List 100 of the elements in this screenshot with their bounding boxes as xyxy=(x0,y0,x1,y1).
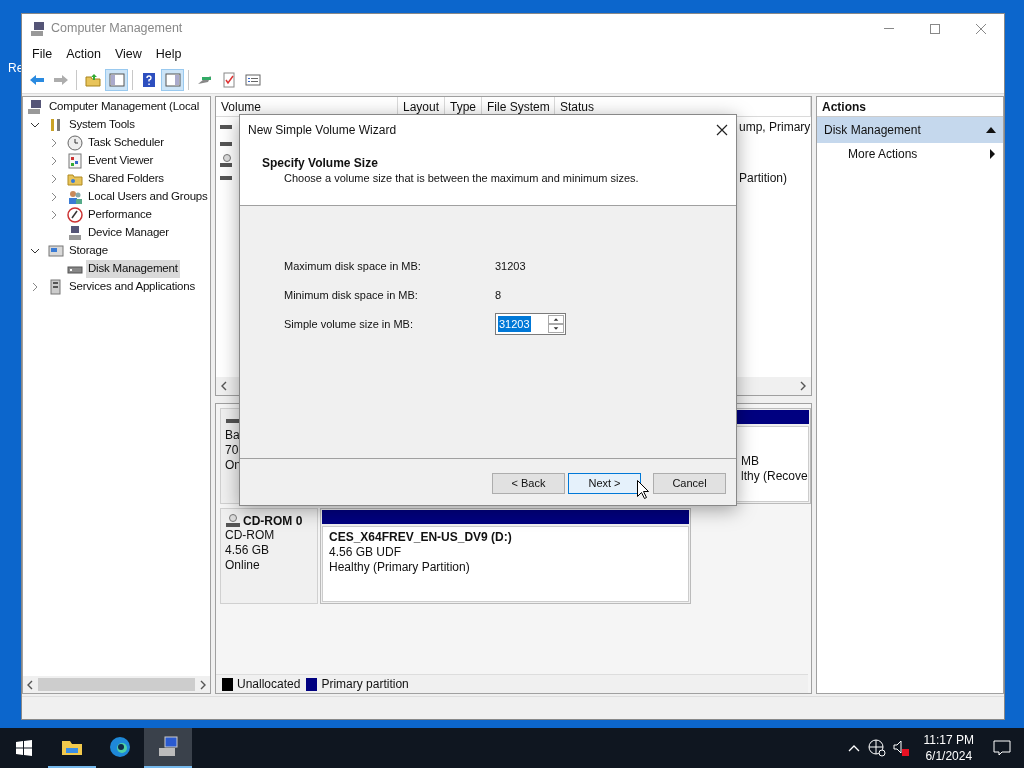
computer-icon xyxy=(157,736,179,758)
field-value: 8 xyxy=(495,287,502,303)
muted-speaker-icon[interactable] xyxy=(891,739,910,757)
field-label: Simple volume size in MB: xyxy=(284,316,414,332)
wizard-heading: Specify Volume Size xyxy=(262,155,379,171)
scrollbar-thumb[interactable] xyxy=(38,678,195,691)
properties-icon xyxy=(244,71,261,88)
clock-icon xyxy=(67,135,83,151)
folder-icon xyxy=(67,171,83,187)
disk-title: CD-ROM 0 xyxy=(243,512,303,530)
disk-label-panel[interactable]: CD-ROM 0 CD-ROM 4.56 GB Online xyxy=(220,508,318,604)
maximize-icon xyxy=(930,23,940,34)
help-icon xyxy=(140,71,157,88)
submenu-caret-icon xyxy=(990,149,995,159)
clock-date[interactable]: 6/1/2024 xyxy=(925,748,973,764)
partition-info: Healthy (Primary Partition) xyxy=(329,560,471,575)
spin-down-icon[interactable] xyxy=(548,324,564,333)
window-title: Computer Management xyxy=(51,20,183,38)
collapsed-chevron-icon[interactable] xyxy=(49,192,59,202)
collapsed-chevron-icon[interactable] xyxy=(49,156,59,166)
drive-icon xyxy=(48,243,64,259)
field-value: 31203 xyxy=(495,258,526,274)
wizard-button[interactable]: Cancel xyxy=(653,473,726,494)
scroll-left-icon[interactable] xyxy=(220,381,228,391)
disk-info: CD-ROM xyxy=(225,528,276,543)
gauge-icon xyxy=(67,207,83,223)
tree-item[interactable]: Event Viewer xyxy=(86,152,156,170)
menu-item[interactable]: File xyxy=(25,45,60,64)
disk-info: 4.56 GB xyxy=(225,543,271,558)
spin-up-icon[interactable] xyxy=(548,315,564,324)
legend-label: Primary partition xyxy=(321,676,409,693)
server-icon xyxy=(48,279,64,295)
action-item[interactable]: More Actions xyxy=(817,143,1003,165)
collapsed-chevron-icon[interactable] xyxy=(49,210,59,220)
minimize-icon xyxy=(884,28,894,29)
disk-info: Online xyxy=(225,558,261,573)
computer-icon xyxy=(27,99,43,115)
disc-drive-icon xyxy=(225,513,241,528)
disk-info: 70 xyxy=(225,443,240,458)
wizard-subtitle: Choose a volume size that is between the maximum and minimum sizes. xyxy=(284,171,640,186)
folder-icon xyxy=(84,71,101,88)
users-icon xyxy=(67,189,83,205)
folder-icon xyxy=(61,738,83,756)
computer-icon xyxy=(30,20,46,37)
disc-volume-icon xyxy=(220,153,232,168)
notification-icon xyxy=(993,740,1011,756)
field-label: Maximum disk space in MB: xyxy=(284,258,422,274)
collapse-caret-icon xyxy=(986,127,996,133)
dialog-title: New Simple Volume Wizard xyxy=(248,122,397,139)
tree-item[interactable]: Disk Management xyxy=(86,260,180,278)
wizard-button[interactable]: < Back xyxy=(492,473,565,494)
volume-status: Partition) xyxy=(739,169,789,187)
tree-item[interactable]: Device Manager xyxy=(86,224,171,242)
taskbar-app[interactable] xyxy=(144,728,192,768)
collapsed-chevron-icon[interactable] xyxy=(49,138,59,148)
collapsed-chevron-icon[interactable] xyxy=(49,174,59,184)
browser-icon xyxy=(109,736,131,758)
scroll-right-icon[interactable] xyxy=(199,679,207,690)
network-icon[interactable] xyxy=(867,739,886,757)
tree-item[interactable]: Local Users and Groups xyxy=(86,188,210,206)
scroll-right-icon[interactable] xyxy=(799,381,807,391)
clock-time[interactable]: 11:17 PM xyxy=(923,732,974,748)
volume-status: ump, Primary xyxy=(739,118,811,136)
tree-item[interactable]: Task Scheduler xyxy=(86,134,166,152)
tree-item[interactable]: Storage xyxy=(67,242,110,260)
disk-volume-icon xyxy=(220,140,232,147)
partition-info: MB xyxy=(741,454,760,469)
pane-icon xyxy=(164,71,181,88)
menu-item[interactable]: View xyxy=(107,45,149,64)
checklist-icon xyxy=(220,71,237,88)
disk-volume-icon xyxy=(220,123,232,130)
partition-title: CES_X64FREV_EN-US_DV9 (D:) xyxy=(329,530,513,545)
tree-item[interactable]: Performance xyxy=(86,206,154,224)
windows-logo-icon xyxy=(16,740,32,756)
cursor-icon xyxy=(637,480,649,499)
collapsed-chevron-icon[interactable] xyxy=(30,282,40,292)
action-group[interactable]: Disk Management xyxy=(817,117,1003,143)
tree-item[interactable]: System Tools xyxy=(67,116,137,134)
pane-icon xyxy=(108,71,125,88)
chevron-up-icon[interactable] xyxy=(847,744,860,752)
tree-item[interactable]: Shared Folders xyxy=(86,170,166,188)
wizard-button[interactable]: Next > xyxy=(568,473,641,494)
tree-root[interactable]: Computer Management (Local xyxy=(49,98,200,116)
scroll-left-icon[interactable] xyxy=(26,679,34,690)
log-icon xyxy=(67,153,83,169)
size-spin-field[interactable]: 31203 xyxy=(495,313,566,335)
disk-info: Ba xyxy=(225,428,241,443)
disk-drive-icon xyxy=(225,416,241,425)
menu-item[interactable]: Help xyxy=(148,45,189,64)
tree-item[interactable]: Services and Applications xyxy=(67,278,198,296)
legend-label: Unallocated xyxy=(237,676,301,693)
expanded-chevron-icon[interactable] xyxy=(30,246,40,256)
expanded-chevron-icon[interactable] xyxy=(30,120,40,130)
close-icon[interactable] xyxy=(716,124,728,136)
menu-item[interactable]: Action xyxy=(59,45,108,64)
computer-icon xyxy=(67,225,83,241)
partition-info: 4.56 GB UDF xyxy=(329,545,403,560)
partition-block[interactable]: CES_X64FREV_EN-US_DV9 (D:) 4.56 GB UDF Healthy (Primary Partition) xyxy=(320,508,691,604)
disk-volume-icon xyxy=(220,174,232,181)
size-value: 31203 xyxy=(498,315,531,333)
